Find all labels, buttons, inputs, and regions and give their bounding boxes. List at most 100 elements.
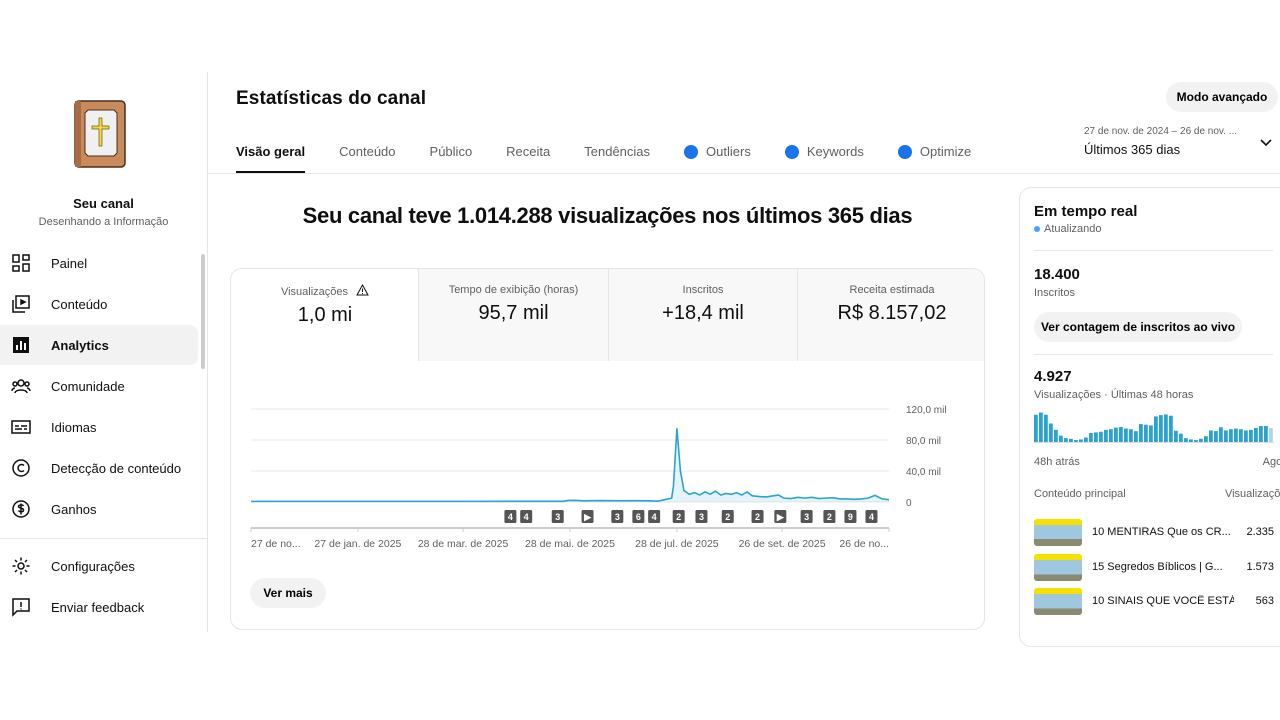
video-marker: 9 [844, 510, 857, 523]
ver-mais-button[interactable]: Ver mais [250, 578, 326, 608]
realtime-bar [1154, 416, 1158, 442]
metric-value: 1,0 mi [297, 304, 353, 326]
tab-publico[interactable]: Público [430, 144, 473, 173]
marker-label: 4 [524, 512, 529, 522]
metric-views[interactable]: Visualizações 1,0 mi [231, 269, 419, 361]
realtime-bar [1214, 431, 1218, 442]
advanced-mode-button[interactable]: Modo avançado [1166, 82, 1278, 112]
series-line [251, 428, 890, 503]
metric-label: Receita estimada [849, 284, 935, 296]
overview-card: Visualizações 1,0 mi Tempo de exibição (… [230, 268, 985, 630]
video-marker: 2 [751, 510, 764, 523]
video-item[interactable]: 15 Segredos Bíblicos | G... 1.573 [1034, 553, 1274, 581]
x-tick-label: 28 de mai. de 2025 [525, 538, 615, 550]
realtime-bar [1204, 436, 1208, 442]
video-item[interactable]: 10 MENTIRAS Que os CR... 2.335 [1034, 518, 1274, 546]
chevron-down-icon[interactable] [1259, 136, 1273, 150]
realtime-bar [1119, 426, 1123, 442]
tab-optimize[interactable]: Optimize [897, 144, 971, 173]
video-views: 563 [1255, 595, 1274, 607]
realtime-bar [1059, 435, 1063, 442]
video-title: 15 Segredos Bíblicos | G... [1092, 561, 1223, 573]
realtime-bar [1179, 433, 1183, 442]
sidebar-item-feedback[interactable]: Enviar feedback [0, 587, 198, 627]
marker-label: 4 [869, 512, 874, 522]
video-marker: ▶ [774, 510, 787, 523]
marker-label: 9 [848, 512, 853, 522]
tab-outliers[interactable]: Outliers [684, 144, 751, 173]
sidebar-scrollbar[interactable] [201, 254, 205, 369]
status-text: Atualizando [1044, 223, 1102, 235]
tab-label: Público [429, 144, 473, 159]
sidebar-item-label: Enviar feedback [51, 599, 145, 615]
views-chart[interactable]: 0 40,0 mil 80,0 mil 120,0 mil 4 4 3 ▶ 3 6 4 2 3 2 2 ▶ 3 2… [231, 361, 985, 561]
realtime-bar [1069, 438, 1073, 442]
series-area [251, 428, 889, 502]
warning-icon[interactable] [356, 283, 369, 296]
sidebar-item-label: Conteúdo [51, 296, 108, 312]
date-range-selector[interactable]: 27 de nov. de 2024 – 26 de nov. ... Últi… [1084, 126, 1237, 157]
realtime-bar [1064, 438, 1068, 442]
tab-conteudo[interactable]: Conteúdo [339, 144, 395, 173]
metric-watch-time[interactable]: Tempo de exibição (horas) 95,7 mil [418, 269, 608, 361]
sidebar-item-ganhos[interactable]: Ganhos [0, 489, 198, 529]
dashboard-icon [12, 254, 30, 272]
realtime-bar [1039, 412, 1043, 442]
realtime-bar [1159, 415, 1163, 442]
sidebar-item-label: Idiomas [51, 419, 97, 435]
realtime-bar [1254, 427, 1258, 442]
sidebar-divider [0, 538, 207, 539]
realtime-bar [1044, 414, 1048, 442]
realtime-bar [1099, 431, 1103, 442]
realtime-bar [1094, 432, 1098, 442]
tabs: Visão geral Conteúdo Público Receita Ten… [236, 144, 1005, 173]
realtime-bar [1129, 429, 1133, 442]
sidebar-item-configuracoes[interactable]: Configurações [0, 546, 198, 586]
realtime-bar [1224, 430, 1228, 442]
video-marker: 4 [520, 510, 533, 523]
video-marker: 3 [611, 510, 624, 523]
y-tick-label: 0 [906, 498, 912, 509]
realtime-bar-chart[interactable] [1034, 410, 1274, 450]
realtime-bar [1149, 425, 1153, 442]
realtime-bar [1084, 437, 1088, 442]
tab-visao-geral[interactable]: Visão geral [236, 144, 306, 173]
marker-label: 2 [725, 512, 730, 522]
sidebar-item-painel[interactable]: Painel [0, 243, 198, 283]
realtime-bar [1209, 430, 1213, 442]
channel-avatar[interactable] [74, 100, 126, 168]
realtime-bar [1139, 424, 1143, 442]
sidebar-item-idiomas[interactable]: Idiomas [0, 407, 198, 447]
tab-keywords[interactable]: Keywords [784, 144, 864, 173]
sidebar-item-analytics[interactable]: Analytics [0, 325, 198, 365]
tab-label: Receita [506, 144, 551, 159]
tab-label: Outliers [706, 144, 751, 159]
realtime-bar [1134, 431, 1138, 442]
sidebar-item-deteccao[interactable]: Detecção de conteúdo [0, 448, 198, 488]
marker-label: 3 [555, 512, 560, 522]
page-title: Estatísticas do canal [236, 88, 427, 109]
sidebar-item-label: Painel [51, 255, 88, 271]
sidebar-item-comunidade[interactable]: Comunidade [0, 366, 198, 406]
metric-subscribers[interactable]: Inscritos +18,4 mil [608, 269, 797, 361]
metric-label: Inscritos [682, 284, 724, 296]
extension-icon [684, 145, 699, 159]
gear-icon [12, 557, 30, 575]
metric-revenue[interactable]: Receita estimada R$ 8.157,02 [797, 269, 984, 361]
realtime-bar [1229, 429, 1233, 442]
realtime-title: Em tempo real [1034, 203, 1138, 220]
realtime-bar [1239, 429, 1243, 442]
views-label: Visualizações · Últimas 48 horas [1034, 389, 1194, 401]
views-value: 4.927 [1034, 368, 1072, 385]
realtime-bar [1259, 426, 1263, 442]
realtime-bar [1054, 429, 1058, 442]
marker-label: ▶ [776, 512, 785, 522]
realtime-bar [1184, 438, 1188, 442]
video-marker: 4 [648, 510, 661, 523]
sidebar-item-conteudo[interactable]: Conteúdo [0, 284, 198, 324]
tab-tendencias[interactable]: Tendências [584, 144, 650, 173]
video-item[interactable]: 10 SINAIS QUE VOCÊ ESTÁ... 563 [1034, 587, 1274, 615]
headline: Seu canal teve 1.014.288 visualizações n… [302, 203, 913, 228]
tab-receita[interactable]: Receita [506, 144, 550, 173]
live-subs-button[interactable]: Ver contagem de inscritos ao vivo [1034, 312, 1242, 342]
